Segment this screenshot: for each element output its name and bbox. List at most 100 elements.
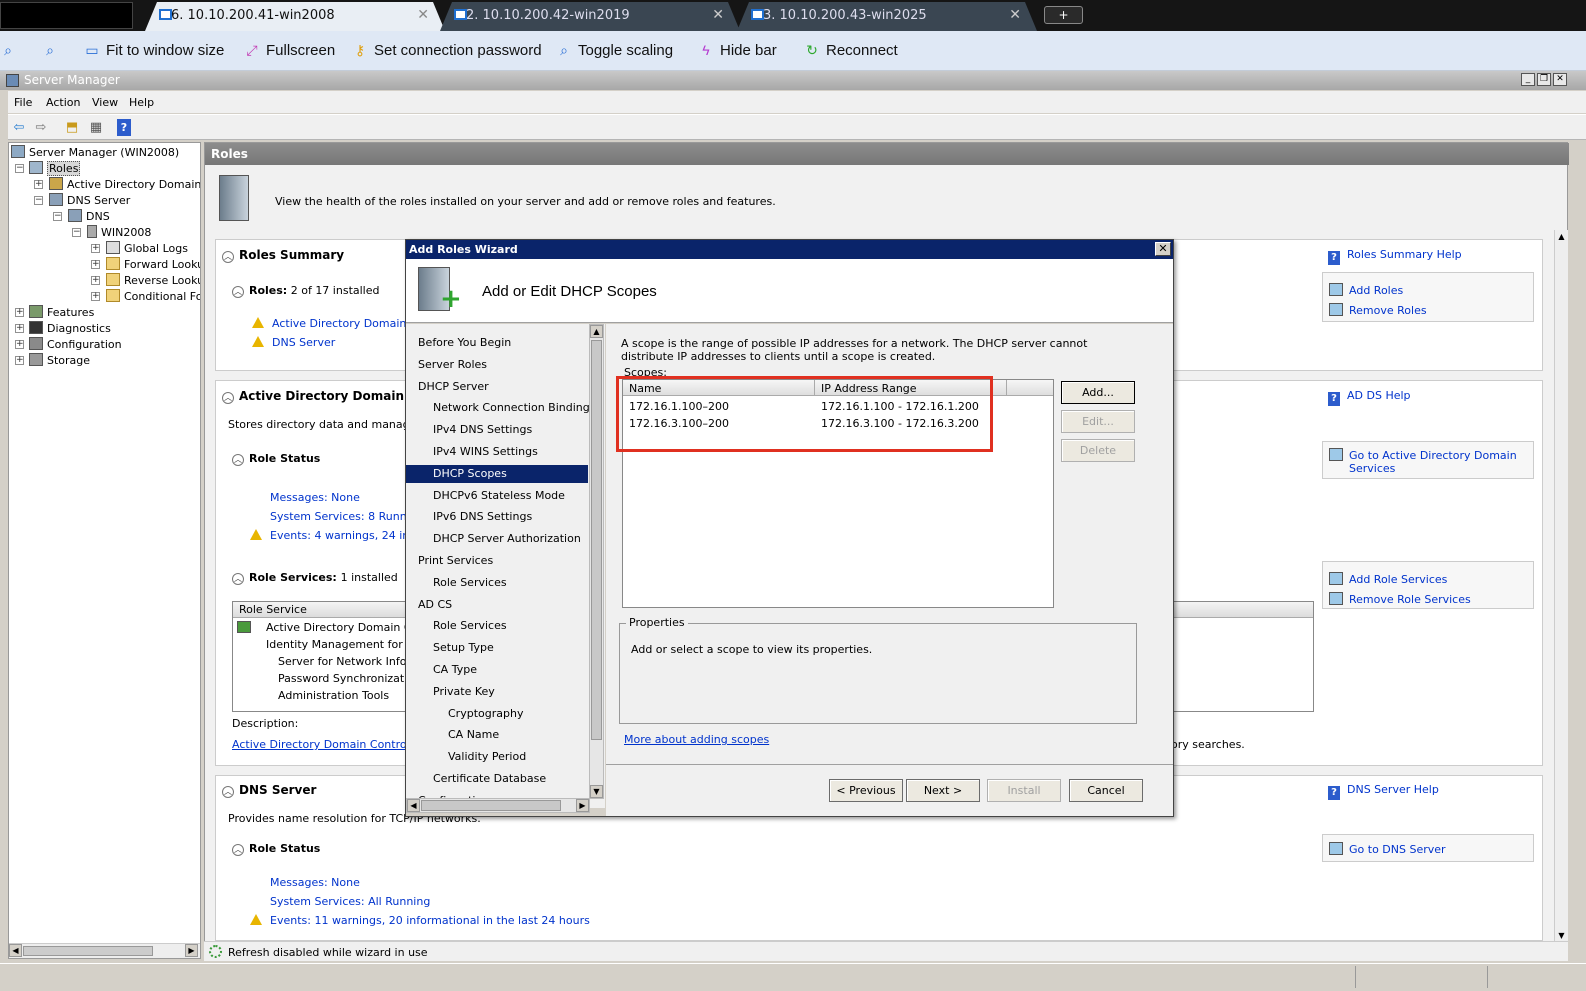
remove-roles-link[interactable]: Remove Roles [1329,303,1427,317]
new-tab-button[interactable]: + [1044,6,1083,24]
add-scope-button[interactable]: Add... [1061,381,1135,404]
tree-item-storage[interactable]: Storage [29,353,90,367]
collapse-icon[interactable]: − [53,212,62,221]
scroll-right-icon[interactable]: ▶ [576,799,589,812]
wizard-nav-item[interactable]: IPv4 DNS Settings [433,421,532,439]
tree-item-win2008[interactable]: WIN2008 [87,225,151,239]
roles-summary-help-link[interactable]: ? Roles Summary Help [1328,248,1462,265]
dns-messages-link[interactable]: Messages: None [270,876,360,889]
tree-horizontal-scrollbar[interactable]: ◀ ▶ [9,943,200,958]
table-row[interactable]: Password Synchronization [278,672,421,685]
adds-events-link[interactable]: Events: 4 warnings, 24 infor [250,529,424,542]
scroll-up-icon[interactable]: ▲ [1555,231,1568,244]
wizard-nav-item[interactable]: IPv6 DNS Settings [433,508,532,526]
next-button[interactable]: Next > [906,779,980,802]
add-roles-link[interactable]: Add Roles [1329,283,1403,297]
close-tab-icon[interactable]: ✕ [417,7,429,23]
scroll-left-icon[interactable]: ◀ [9,944,22,957]
expand-icon[interactable]: + [15,340,24,349]
goto-dns-link[interactable]: Go to DNS Server [1329,842,1446,856]
delete-scope-button[interactable]: Delete [1061,439,1135,462]
collapse-icon[interactable]: − [34,196,43,205]
collapse-icon[interactable]: − [72,228,81,237]
scroll-up-icon[interactable]: ▲ [590,325,603,338]
install-button[interactable]: Install [987,779,1061,802]
wizard-nav-item[interactable]: CA Name [448,726,499,744]
previous-button[interactable]: < Previous [829,779,903,802]
toggle-scaling-button[interactable]: ⌕ Toggle scaling [556,42,673,59]
wizard-nav-item[interactable]: Validity Period [448,748,526,766]
scroll-right-icon[interactable]: ▶ [185,944,198,957]
forward-arrow-icon[interactable]: ⇨ [32,119,50,136]
tree-item-global-logs[interactable]: Global Logs [106,241,188,255]
role-services-title[interactable]: ︿ Role Services: 1 installed [232,571,398,585]
tree-item-configuration[interactable]: Configuration [29,337,122,351]
hide-bar-button[interactable]: ϟ Hide bar [698,42,776,59]
main-vertical-scrollbar[interactable]: ▲ ▼ [1554,230,1568,945]
wizard-nav-item[interactable]: Setup Type [433,639,494,657]
description-link[interactable]: Active Directory Domain Controller [232,738,424,751]
restore-button[interactable]: ❐ [1537,73,1551,86]
close-tab-icon[interactable]: ✕ [1009,7,1021,23]
wizard-nav-item[interactable]: Role Services [433,617,507,635]
back-arrow-icon[interactable]: ⇦ [10,119,28,136]
cancel-button[interactable]: Cancel [1069,779,1143,802]
expand-icon[interactable]: + [34,180,43,189]
edit-scope-button[interactable]: Edit... [1061,410,1135,433]
expand-icon[interactable]: + [15,356,24,365]
expand-icon[interactable]: + [91,260,100,269]
zoom-out-button[interactable]: ⌕ [42,42,64,59]
tree-item-diagnostics[interactable]: Diagnostics [29,321,111,335]
zoom-in-button[interactable]: ⌕ [0,42,22,59]
goto-adds-link[interactable]: Go to Active Directory Domain Services [1329,448,1529,475]
table-row[interactable]: Server for Network Inform [278,655,421,668]
scroll-thumb[interactable] [421,800,561,811]
table-row[interactable]: Administration Tools [278,689,389,702]
up-folder-icon[interactable]: ⬒ [63,119,81,136]
help-icon[interactable]: ? [117,119,131,136]
wizard-nav-item[interactable]: DHCP Scopes [406,464,588,483]
dns-role-status-title[interactable]: ︿ Role Status [232,842,320,856]
expand-icon[interactable]: + [91,244,100,253]
close-tab-icon[interactable]: ✕ [712,7,724,23]
menu-action[interactable]: Action [46,96,80,109]
adds-messages-link[interactable]: Messages: None [270,491,360,504]
wizard-nav-item[interactable]: Before You Begin [418,334,511,352]
collapse-icon[interactable]: ︿ [232,286,244,298]
wizard-nav-item[interactable]: IPv4 WINS Settings [433,443,538,461]
expand-icon[interactable]: + [91,292,100,301]
table-row[interactable]: Identity Management for UNI [266,638,426,651]
wizard-nav-item[interactable]: Private Key [433,683,495,701]
fullscreen-button[interactable]: ⤢ Fullscreen [244,42,335,59]
tab-win2025[interactable]: 3. 10.10.200.43-win2025 ✕ [737,2,1037,31]
tree-item-dns-server[interactable]: DNS Server [49,193,130,207]
show-hide-tree-icon[interactable]: ▦ [87,119,105,136]
adds-services-link[interactable]: System Services: 8 Running, [270,510,427,523]
wizard-nav-item[interactable]: CA Type [433,661,477,679]
adds-help-link[interactable]: ? AD DS Help [1328,389,1411,406]
tree-root[interactable]: Server Manager (WIN2008) [11,145,179,159]
tree-item-roles[interactable]: Roles [29,161,81,176]
wizard-nav-item[interactable]: Role Services [433,574,507,592]
expand-icon[interactable]: + [91,276,100,285]
dns-help-link[interactable]: ? DNS Server Help [1328,783,1439,800]
menu-help[interactable]: Help [129,96,154,109]
more-about-scopes-link[interactable]: More about adding scopes [624,733,769,746]
tree-item-dns[interactable]: DNS [68,209,110,223]
scroll-down-icon[interactable]: ▼ [590,785,603,798]
scroll-left-icon[interactable]: ◀ [407,799,420,812]
tree-item-features[interactable]: Features [29,305,94,319]
menu-view[interactable]: View [92,96,118,109]
role-status-title[interactable]: ︿ Role Status [232,452,320,466]
wizard-nav-item[interactable]: Network Connection Bindings [433,399,595,417]
wizard-nav-item[interactable]: Certificate Database [433,770,546,788]
nav-horizontal-scrollbar[interactable]: ◀ ▶ [406,798,590,813]
dns-services-link[interactable]: System Services: All Running [270,895,430,908]
expand-icon[interactable]: + [15,324,24,333]
collapse-icon[interactable]: − [15,164,24,173]
scroll-thumb[interactable] [23,946,153,956]
scroll-thumb[interactable] [591,340,602,740]
add-role-services-link[interactable]: Add Role Services [1329,572,1447,586]
reconnect-button[interactable]: ↻ Reconnect [804,42,898,59]
tree-item-forward[interactable]: Forward Lookup [106,257,200,271]
